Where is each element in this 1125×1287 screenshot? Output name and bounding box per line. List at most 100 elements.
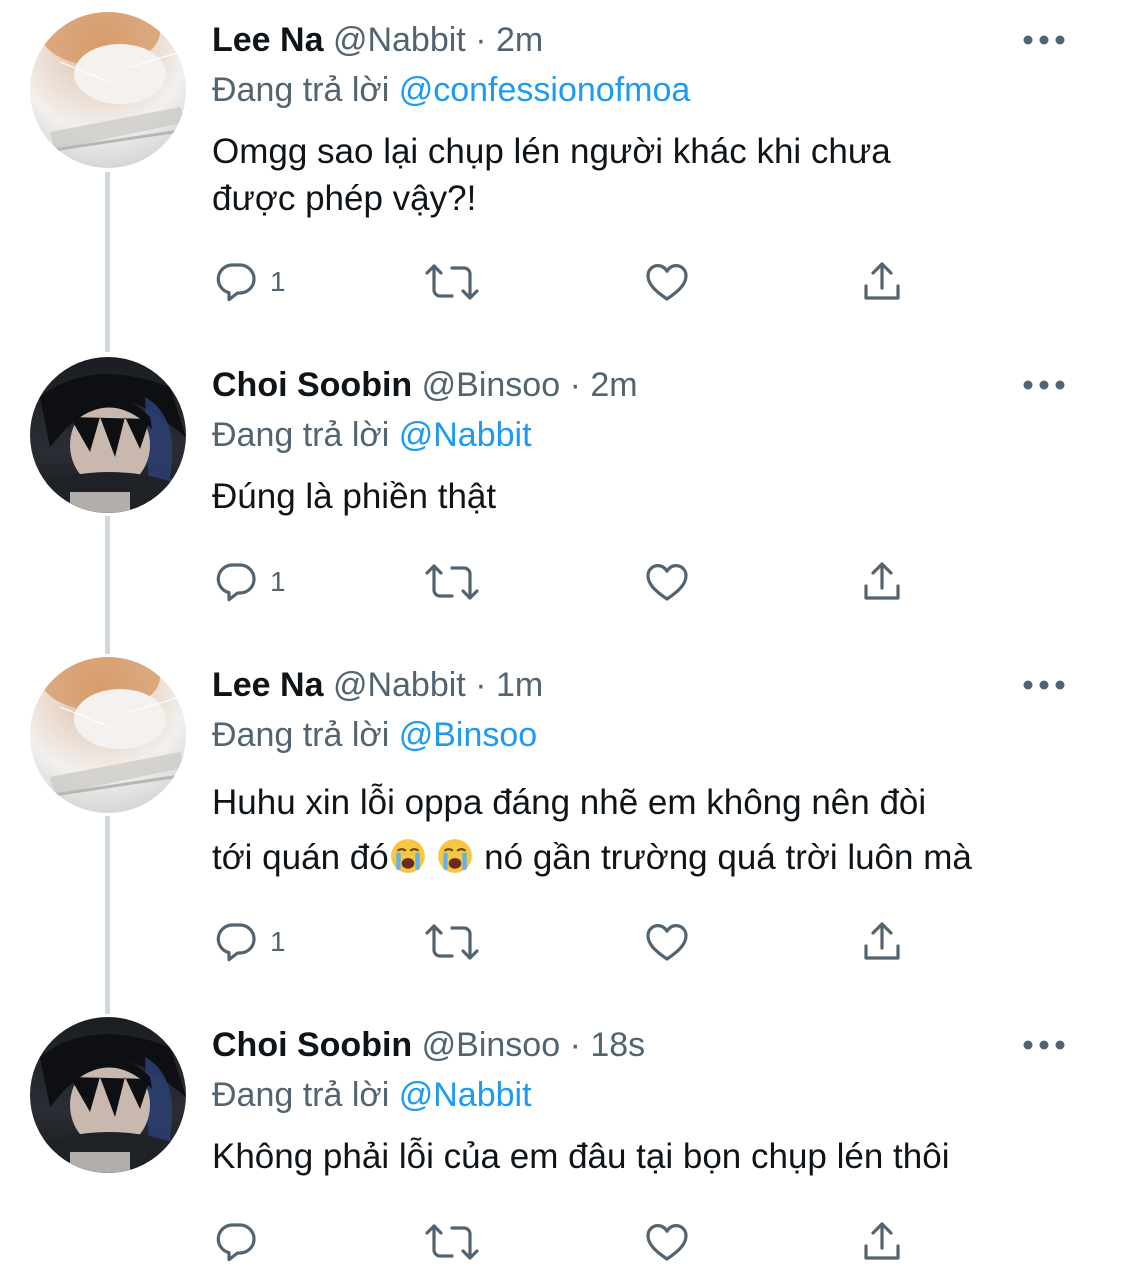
tweet-actions: 1: [212, 257, 912, 307]
handle[interactable]: @Binsoo: [422, 1026, 560, 1064]
timestamp[interactable]: 2m: [496, 21, 543, 59]
share-icon: [864, 922, 900, 960]
loudly-crying-face-emoji-icon: [390, 839, 425, 873]
tweet-actions: 1: [212, 917, 912, 967]
tweet-text: Đúng là phiền thật: [212, 473, 1092, 520]
mention-link[interactable]: @Nabbit: [399, 1076, 532, 1114]
display-name[interactable]: Lee Na: [212, 21, 324, 59]
separator: ·: [475, 666, 487, 704]
tweet-text-line: được phép vậy?!: [212, 179, 477, 218]
retweet-icon: [425, 564, 479, 600]
reply-button[interactable]: 1: [212, 557, 286, 607]
person-avatar-image: [30, 1017, 186, 1173]
more-options-icon[interactable]: [1022, 1035, 1066, 1055]
cat-avatar-image: [30, 12, 186, 168]
timestamp[interactable]: 18s: [590, 1026, 645, 1064]
tweet-actions: [212, 1217, 912, 1267]
avatar[interactable]: [30, 12, 186, 168]
handle[interactable]: @Binsoo: [422, 366, 560, 404]
retweet-button[interactable]: [424, 1217, 480, 1267]
handle[interactable]: @Nabbit: [333, 666, 466, 704]
share-icon: [864, 562, 900, 600]
replying-prefix: Đang trả lời: [212, 1076, 390, 1114]
loudly-crying-face-emoji-icon: [438, 839, 473, 873]
tweet-text: Không phải lỗi của em đâu tại bọn chụp l…: [212, 1133, 1092, 1180]
retweet-icon: [425, 924, 479, 960]
separator: ·: [569, 366, 581, 404]
tweet-text-line: Đúng là phiền thật: [212, 477, 497, 516]
more-options-icon[interactable]: [1022, 30, 1066, 50]
reply-count: 1: [270, 566, 286, 597]
retweet-icon: [425, 1224, 479, 1260]
replying-prefix: Đang trả lời: [212, 416, 390, 454]
tweet-text-line: Huhu xin lỗi oppa đáng nhẽ em không nên …: [212, 783, 927, 822]
avatar[interactable]: [30, 357, 186, 513]
display-name[interactable]: Lee Na: [212, 666, 324, 704]
share-button[interactable]: [858, 257, 906, 307]
reply-icon: [216, 563, 256, 602]
separator: ·: [475, 21, 487, 59]
replying-to: Đang trả lời @Binsoo: [212, 713, 537, 757]
timestamp[interactable]: 2m: [590, 366, 637, 404]
reply-icon: [216, 923, 256, 962]
share-icon: [864, 1222, 900, 1260]
tweet-header: Lee Na @Nabbit · 1m: [212, 663, 543, 707]
share-button[interactable]: [858, 917, 906, 967]
reply-count: 1: [270, 266, 286, 297]
tweet-text-segment: nó gần trường quá trời luôn mà: [484, 838, 972, 877]
replying-prefix: Đang trả lời: [212, 716, 390, 754]
reply-icon: [216, 1223, 256, 1262]
cat-avatar-image: [30, 657, 186, 813]
tweet-text-line: Không phải lỗi của em đâu tại bọn chụp l…: [212, 1137, 950, 1176]
more-options-icon[interactable]: [1022, 675, 1066, 695]
reply-button[interactable]: [212, 1217, 270, 1267]
tweet-text: Huhu xin lỗi oppa đáng nhẽ em không nên …: [212, 775, 1092, 885]
like-button[interactable]: [642, 917, 692, 967]
heart-icon: [646, 1224, 688, 1261]
avatar[interactable]: [30, 657, 186, 813]
tweet-text-segment: tới quán đó: [212, 838, 389, 877]
replying-to: Đang trả lời @confessionofmoa: [212, 68, 690, 112]
like-button[interactable]: [642, 257, 692, 307]
replying-to: Đang trả lời @Nabbit: [212, 1073, 532, 1117]
tweet[interactable]: Choi Soobin @Binsoo · 18s Đang trả lời @…: [0, 1005, 1125, 1287]
more-options-icon[interactable]: [1022, 375, 1066, 395]
mention-link[interactable]: @Nabbit: [399, 416, 532, 454]
retweet-button[interactable]: [424, 557, 480, 607]
separator: ·: [569, 1026, 581, 1064]
tweet-actions: 1: [212, 557, 912, 607]
display-name[interactable]: Choi Soobin: [212, 1026, 412, 1064]
retweet-button[interactable]: [424, 257, 480, 307]
timestamp[interactable]: 1m: [496, 666, 543, 704]
reply-button[interactable]: 1: [212, 257, 286, 307]
tweet-text-line: Omgg sao lại chụp lén người khác khi chư…: [212, 132, 891, 171]
tweet-text-line: tới quán đó nó gần trường quá trời luôn …: [212, 830, 1092, 885]
replying-to: Đang trả lời @Nabbit: [212, 413, 532, 457]
reply-icon: [216, 263, 256, 302]
mention-link[interactable]: @Binsoo: [399, 716, 537, 754]
tweet[interactable]: Choi Soobin @Binsoo · 2m Đang trả lời @N…: [0, 345, 1125, 645]
heart-icon: [646, 564, 688, 601]
heart-icon: [646, 924, 688, 961]
person-avatar-image: [30, 357, 186, 513]
tweet-header: Choi Soobin @Binsoo · 2m: [212, 363, 638, 407]
handle[interactable]: @Nabbit: [333, 21, 466, 59]
mention-link[interactable]: @confessionofmoa: [399, 71, 691, 109]
tweet-header: Choi Soobin @Binsoo · 18s: [212, 1023, 645, 1067]
retweet-button[interactable]: [424, 917, 480, 967]
like-button[interactable]: [642, 557, 692, 607]
replying-prefix: Đang trả lời: [212, 71, 390, 109]
tweet-text: Omgg sao lại chụp lén người khác khi chư…: [212, 128, 1092, 222]
display-name[interactable]: Choi Soobin: [212, 366, 412, 404]
share-button[interactable]: [858, 1217, 906, 1267]
share-icon: [864, 262, 900, 300]
reply-button[interactable]: 1: [212, 917, 286, 967]
tweet-header: Lee Na @Nabbit · 2m: [212, 18, 543, 62]
tweet[interactable]: Lee Na @Nabbit · 1m Đang trả lời @Binsoo…: [0, 645, 1125, 1005]
reply-count: 1: [270, 926, 286, 957]
tweet[interactable]: Lee Na @Nabbit · 2m Đang trả lời @confes…: [0, 0, 1125, 345]
share-button[interactable]: [858, 557, 906, 607]
avatar[interactable]: [30, 1017, 186, 1173]
heart-icon: [646, 264, 688, 301]
like-button[interactable]: [642, 1217, 692, 1267]
